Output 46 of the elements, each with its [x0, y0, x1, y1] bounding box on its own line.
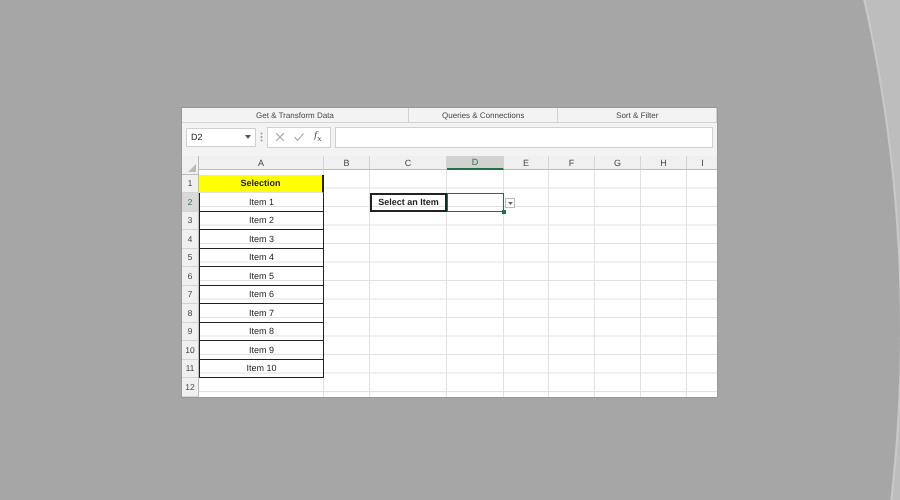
- row-header[interactable]: 3: [182, 212, 199, 230]
- column-header[interactable]: F: [549, 156, 595, 170]
- column-header[interactable]: H: [641, 156, 687, 170]
- cell: Item 8: [199, 322, 324, 341]
- row-header[interactable]: 4: [182, 230, 199, 248]
- cell: Item 9: [199, 341, 324, 360]
- ribbon-group-label: Sort & Filter: [616, 110, 658, 120]
- row-header[interactable]: 7: [182, 286, 199, 304]
- cancel-icon[interactable]: [276, 133, 284, 141]
- cell: Item 6: [199, 286, 324, 304]
- caret-icon: [245, 135, 251, 139]
- cell: Item 2: [199, 212, 324, 230]
- insert-function-button[interactable]: f$_{x}$: [314, 131, 322, 143]
- formula-input-field[interactable]: [334, 126, 713, 148]
- cell: Item 1: [199, 193, 324, 212]
- row-header[interactable]: 2: [182, 193, 199, 212]
- row-header[interactable]: 11: [182, 360, 199, 378]
- column-header[interactable]: C: [370, 156, 447, 170]
- checkmark-icon[interactable]: [294, 133, 304, 141]
- cell: Item 7: [199, 304, 324, 322]
- ribbon-group-label: Get & Transform Data: [256, 110, 334, 120]
- ribbon-group-label: Queries & Connections: [442, 110, 524, 120]
- cell: Select an Item: [370, 193, 447, 212]
- name-box[interactable]: D2: [186, 128, 256, 146]
- cell: Selection: [199, 174, 324, 193]
- row-header[interactable]: 8: [182, 304, 199, 322]
- row-header[interactable]: 9: [182, 322, 199, 341]
- cell: Item 5: [199, 267, 324, 286]
- column-header[interactable]: G: [595, 156, 641, 170]
- row-header[interactable]: 5: [182, 248, 199, 267]
- cell: Item 10: [199, 360, 324, 378]
- column-header[interactable]: B: [324, 156, 370, 170]
- column-header[interactable]: E: [504, 156, 549, 170]
- row-header[interactable]: 10: [182, 341, 199, 360]
- caret-icon: [508, 202, 512, 204]
- cell: Item 3: [199, 230, 324, 248]
- row-header[interactable]: 1: [182, 174, 199, 193]
- dropdown-button[interactable]: [505, 198, 515, 208]
- column-header[interactable]: A: [199, 156, 324, 170]
- grip-icon: [260, 132, 263, 142]
- column-header[interactable]: D: [447, 156, 504, 170]
- row-header[interactable]: 6: [182, 267, 199, 286]
- row-header[interactable]: 12: [182, 378, 199, 396]
- select-all-icon[interactable]: [188, 164, 196, 172]
- cell: Item 4: [199, 248, 324, 267]
- column-header[interactable]: I: [687, 156, 717, 170]
